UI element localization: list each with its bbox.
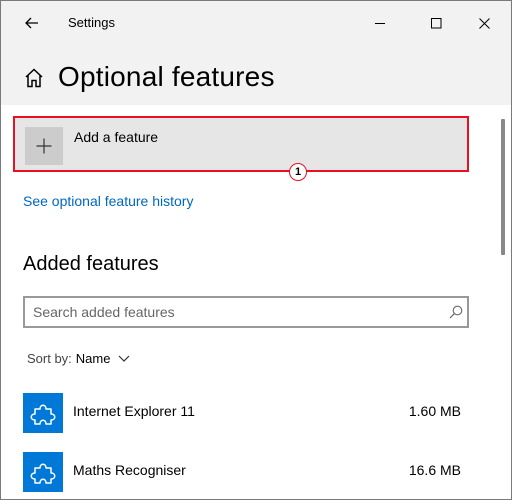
feature-history-link[interactable]: See optional feature history [23,193,193,209]
plus-icon [36,138,52,154]
back-button[interactable] [15,9,49,37]
add-feature-label: Add a feature [74,129,159,145]
page-title: Optional features [58,61,275,92]
puzzle-piece-icon [30,463,56,484]
chevron-down-icon [119,355,130,362]
sort-label: Sort by: [27,351,72,366]
search-input[interactable] [33,303,433,321]
back-arrow-icon [25,17,38,29]
maximize-icon [430,17,441,28]
added-features-heading: Added features [23,253,159,275]
close-icon [478,17,490,29]
sort-value: Name [75,351,111,366]
settings-window: Settings Optional features Add a feature [0,0,512,500]
plus-tile [25,127,63,165]
minimize-button[interactable] [357,7,403,39]
close-button[interactable] [461,7,507,39]
feature-name: Internet Explorer 11 [73,403,195,419]
step-badge: 1 [289,163,307,181]
search-box [23,296,469,328]
title-bar: Settings [1,1,511,45]
minimize-icon [374,22,385,24]
app-title: Settings [68,15,115,30]
feature-icon [23,452,63,492]
feature-item[interactable]: Internet Explorer 11 1.60 MB [23,393,463,435]
feature-item[interactable]: Maths Recogniser 16.6 MB [23,452,463,494]
puzzle-piece-icon [30,404,56,425]
maximize-button[interactable] [413,7,459,39]
feature-name: Maths Recogniser [73,462,186,478]
add-feature-button[interactable]: Add a feature [13,116,469,172]
home-icon[interactable] [23,67,45,89]
search-icon[interactable] [449,305,463,319]
feature-size: 1.60 MB [408,403,461,419]
sort-dropdown[interactable]: Sort by: Name [27,351,130,366]
feature-size: 16.6 MB [408,462,461,478]
scrollbar[interactable] [501,119,505,255]
feature-icon [23,393,63,433]
